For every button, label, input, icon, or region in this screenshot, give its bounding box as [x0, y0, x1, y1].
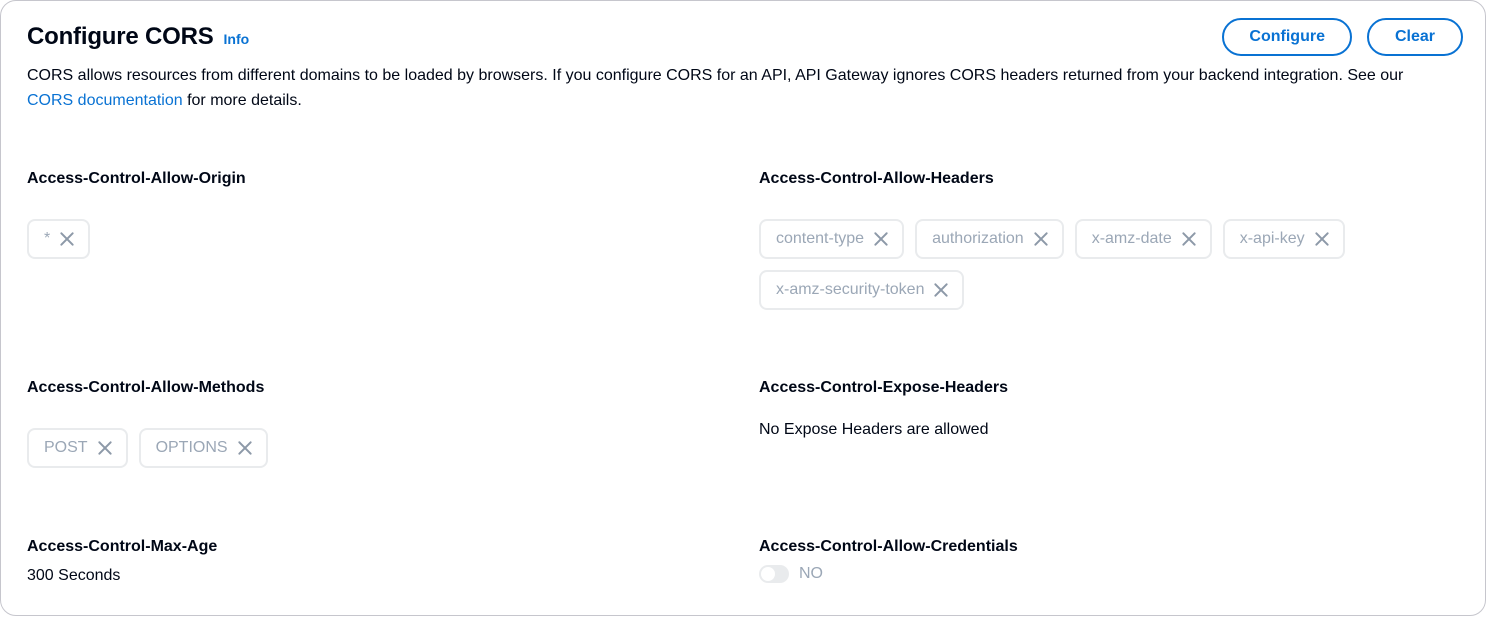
allow-origin-tokens: * [27, 219, 707, 259]
allow-methods-token: OPTIONS [138, 428, 268, 468]
max-age-value: 300 Seconds [27, 567, 121, 584]
allow-headers-token: content-type [759, 219, 905, 259]
close-icon[interactable] [92, 435, 118, 461]
allow-headers-tokens: content-type authorization x-amz-date x-api… [759, 219, 1439, 310]
close-icon[interactable] [1176, 226, 1202, 252]
token-label: OPTIONS [155, 439, 228, 456]
close-icon[interactable] [868, 226, 894, 252]
expose-headers-label: Access-Control-Expose-Headers [759, 379, 1008, 396]
close-icon[interactable] [1309, 226, 1335, 252]
allow-methods-label: Access-Control-Allow-Methods [27, 379, 265, 396]
close-icon[interactable] [1028, 226, 1054, 252]
cors-description: CORS allows resources from different dom… [27, 63, 1427, 113]
allow-methods-section: Access-Control-Allow-Methods POST OPTIONS [27, 379, 707, 468]
header-actions: Configure Clear [1222, 18, 1463, 56]
allow-origin-section: Access-Control-Allow-Origin * [27, 170, 707, 259]
allow-headers-section: Access-Control-Allow-Headers content-typ… [759, 170, 1439, 310]
max-age-section: Access-Control-Max-Age 300 Seconds [27, 538, 707, 585]
description-text-after: for more details. [182, 92, 302, 109]
token-label: x-amz-date [1091, 230, 1172, 247]
close-icon[interactable] [928, 277, 954, 303]
expose-headers-section: Access-Control-Expose-Headers No Expose … [759, 379, 1439, 439]
configure-button[interactable]: Configure [1222, 18, 1352, 56]
page-title: Configure CORS [27, 23, 214, 50]
description-text-before: CORS allows resources from different dom… [27, 67, 1404, 84]
allow-credentials-toggle[interactable] [759, 565, 789, 583]
expose-headers-value: No Expose Headers are allowed [759, 421, 989, 438]
allow-methods-token: POST [27, 428, 128, 468]
allow-headers-label: Access-Control-Allow-Headers [759, 170, 994, 187]
toggle-knob [761, 567, 775, 581]
allow-origin-token: * [27, 219, 91, 259]
allow-origin-label: Access-Control-Allow-Origin [27, 170, 246, 187]
allow-headers-token: x-amz-date [1074, 219, 1212, 259]
allow-credentials-section: Access-Control-Allow-Credentials NO [759, 538, 1439, 583]
close-icon[interactable] [54, 226, 80, 252]
token-label: POST [44, 439, 88, 456]
close-icon[interactable] [232, 435, 258, 461]
max-age-label: Access-Control-Max-Age [27, 538, 218, 555]
allow-credentials-label: Access-Control-Allow-Credentials [759, 538, 1018, 555]
token-label: authorization [932, 230, 1024, 247]
token-label: * [44, 230, 51, 247]
allow-headers-token: x-amz-security-token [759, 270, 965, 310]
info-link[interactable]: Info [224, 31, 250, 47]
panel-header: Configure CORS Info [27, 23, 249, 51]
token-label: x-api-key [1239, 230, 1305, 247]
allow-headers-token: x-api-key [1222, 219, 1345, 259]
cors-documentation-link[interactable]: CORS documentation [27, 92, 183, 109]
allow-methods-tokens: POST OPTIONS [27, 428, 707, 468]
allow-credentials-toggle-row: NO [759, 565, 1439, 583]
token-label: x-amz-security-token [776, 281, 925, 298]
token-label: content-type [776, 230, 865, 247]
configure-cors-panel: Configure CORS Info Configure Clear CORS… [0, 0, 1486, 616]
clear-button[interactable]: Clear [1366, 18, 1463, 56]
allow-credentials-toggle-label: NO [799, 565, 823, 582]
allow-headers-token: authorization [915, 219, 1064, 259]
